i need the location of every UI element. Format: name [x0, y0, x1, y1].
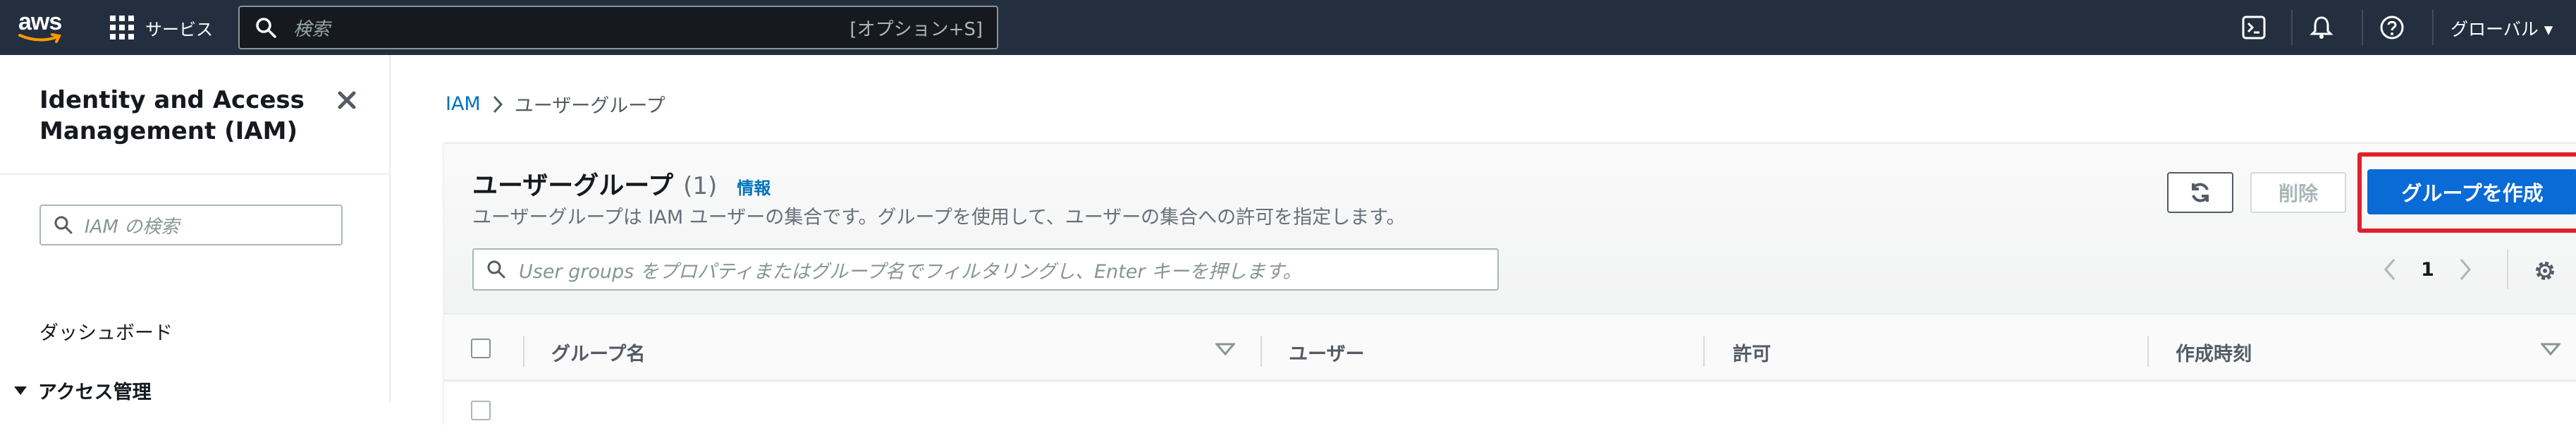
panel-header: ユーザーグループ (1) 情報 ユーザーグループは IAM ユーザーの集合です。…	[444, 144, 2576, 313]
panel-description: ユーザーグループは IAM ユーザーの集合です。グループを使用して、ユーザーの集…	[472, 207, 1406, 229]
sidebar-search-input[interactable]: IAM の検索	[39, 205, 343, 245]
column-divider	[1703, 336, 1705, 367]
breadcrumb-current: ユーザーグループ	[514, 95, 666, 117]
gear-icon[interactable]	[2532, 258, 2558, 284]
select-all-checkbox[interactable]	[471, 339, 491, 358]
page-number[interactable]: 1	[2421, 259, 2434, 281]
grid-icon	[110, 16, 134, 39]
close-icon[interactable]	[333, 86, 361, 114]
chevron-right-icon[interactable]	[2455, 257, 2475, 282]
aws-logo[interactable]: aws	[18, 8, 68, 47]
top-navigation-bar: aws サービス 検索 [オプション+S] グローバル ▾	[0, 0, 2576, 55]
panel-title: ユーザーグループ (1) 情報	[472, 165, 771, 202]
column-divider	[2147, 336, 2149, 367]
sidebar-section-access-management[interactable]: アクセス管理	[13, 377, 152, 404]
refresh-button[interactable]	[2167, 172, 2233, 213]
sidebar-search-placeholder: IAM の検索	[85, 216, 180, 238]
search-placeholder: 検索	[293, 18, 331, 40]
cloudshell-icon[interactable]	[2240, 14, 2267, 41]
user-groups-panel: ユーザーグループ (1) 情報 ユーザーグループは IAM ユーザーの集合です。…	[444, 142, 2576, 426]
caret-down-icon	[14, 386, 27, 395]
pagination: 1	[2380, 257, 2475, 282]
chevron-right-icon	[493, 95, 503, 113]
search-icon	[487, 260, 505, 279]
pager-divider	[2507, 250, 2508, 289]
table-header: グループ名 ユーザー 許可 作成時刻	[444, 313, 2576, 381]
search-icon	[256, 18, 276, 38]
create-group-button[interactable]: グループを作成	[2367, 169, 2576, 214]
nav-divider	[2432, 10, 2434, 45]
filter-input[interactable]: User groups をプロパティまたはグループ名でフィルタリングし、Ente…	[472, 248, 1499, 291]
bell-icon[interactable]	[2308, 14, 2335, 41]
region-selector[interactable]: グローバル ▾	[2451, 16, 2553, 41]
panel-title-text: ユーザーグループ	[472, 171, 674, 200]
filter-placeholder: User groups をプロパティまたはグループ名でフィルタリングし、Ente…	[519, 260, 1302, 283]
sort-desc-icon[interactable]	[2541, 343, 2560, 355]
breadcrumb: IAM ユーザーグループ	[446, 90, 666, 118]
sidebar-item-dashboard[interactable]: ダッシュボード	[39, 317, 173, 345]
chevron-left-icon[interactable]	[2380, 257, 2400, 282]
sidebar: Identity and Access Management (IAM) IAM…	[0, 55, 391, 404]
search-icon	[54, 216, 73, 234]
column-header-users[interactable]: ユーザー	[1289, 339, 1364, 366]
sidebar-divider	[0, 174, 389, 175]
column-header-group-name[interactable]: グループ名	[551, 339, 645, 366]
services-label: サービス	[145, 19, 213, 39]
refresh-icon	[2192, 183, 2209, 202]
help-icon[interactable]	[2379, 14, 2405, 41]
info-link[interactable]: 情報	[737, 174, 771, 199]
global-search-input[interactable]: 検索 [オプション+S]	[238, 6, 998, 49]
sidebar-title[interactable]: Identity and Access Management (IAM)	[39, 85, 336, 147]
aws-smile-icon	[18, 33, 61, 43]
sidebar-section-label: アクセス管理	[38, 382, 152, 403]
column-divider	[1261, 336, 1262, 367]
nav-divider	[2291, 10, 2293, 45]
column-divider	[523, 336, 525, 367]
sort-desc-icon[interactable]	[1215, 343, 1235, 355]
nav-divider	[2362, 10, 2363, 45]
column-header-permissions[interactable]: 許可	[1733, 339, 1771, 366]
column-header-created-at[interactable]: 作成時刻	[2176, 339, 2252, 366]
row-checkbox[interactable]	[471, 401, 491, 420]
services-menu-button[interactable]: サービス	[110, 13, 213, 42]
table-row[interactable]	[444, 382, 2576, 426]
search-shortcut-hint: [オプション+S]	[850, 18, 983, 40]
panel-count: (1)	[683, 172, 718, 200]
delete-button[interactable]: 削除	[2250, 172, 2346, 213]
breadcrumb-link-iam[interactable]: IAM	[446, 93, 481, 115]
